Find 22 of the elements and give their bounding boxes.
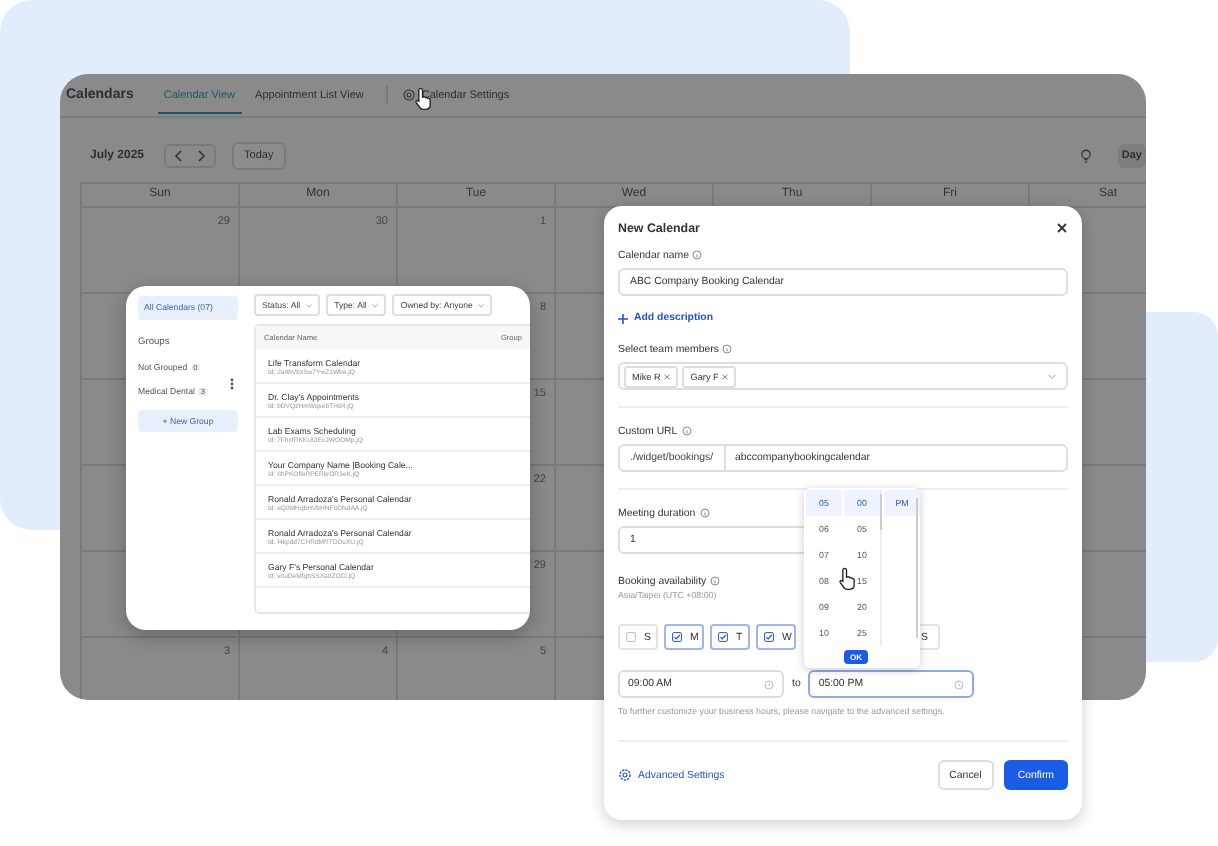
checkbox[interactable] [626,632,636,642]
remove-icon[interactable] [722,373,729,379]
info-icon [710,576,721,586]
info-icon [699,508,710,518]
remove-icon[interactable] [664,373,671,379]
checkbox[interactable] [672,632,682,642]
info-icon [681,426,692,436]
chevron-right-icon[interactable] [196,150,207,162]
info-icon [692,250,703,260]
gear-icon [401,88,416,102]
chevron-left-icon[interactable] [174,150,185,162]
checkbox[interactable] [764,632,774,642]
gear-icon [618,768,632,782]
plus-icon [618,313,628,323]
info-icon [722,344,733,354]
close-icon[interactable] [1056,222,1068,234]
clock-icon [954,679,965,689]
checkbox[interactable] [718,632,728,642]
chevron-down-icon [1048,373,1056,379]
clock-icon [764,679,774,689]
pointer-cursor-icon [838,566,858,590]
lightbulb-icon[interactable] [1077,148,1094,164]
